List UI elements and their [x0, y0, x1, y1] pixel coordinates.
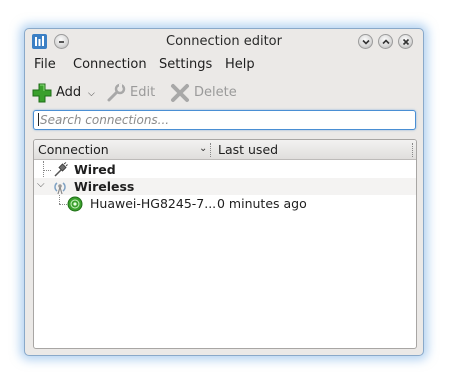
connection-name: Huawei-HG8245-7...	[90, 196, 217, 211]
edit-button[interactable]: Edit	[105, 79, 161, 105]
wifi-connected-icon	[67, 196, 83, 212]
column-header-connection[interactable]: Connection	[38, 142, 109, 157]
chevron-down-icon	[362, 39, 370, 45]
add-label: Add	[56, 85, 82, 100]
group-label-wired: Wired	[74, 162, 116, 177]
maximize-button[interactable]	[378, 34, 393, 49]
group-label-wireless: Wireless	[74, 179, 135, 194]
group-row-wired[interactable]: Wired	[34, 161, 416, 178]
connection-row[interactable]: Huawei-HG8245-7... 0 minutes ago	[34, 195, 416, 212]
connections-tree[interactable]: Connection ⌄ Last used Wired ⌵ Wireless …	[33, 139, 417, 349]
ethernet-plug-icon	[54, 162, 68, 177]
menu-file[interactable]: File	[34, 57, 56, 72]
menu-connection[interactable]: Connection	[73, 57, 147, 72]
menu-help[interactable]: Help	[225, 57, 255, 72]
add-button[interactable]: Add ⌵	[31, 79, 101, 105]
search-placeholder: Search connections...	[40, 113, 170, 127]
edit-label: Edit	[130, 85, 156, 100]
menu-settings[interactable]: Settings	[159, 57, 212, 72]
chevron-down-icon[interactable]: ⌵	[88, 89, 95, 99]
column-header-last-used[interactable]: Last used	[218, 142, 278, 157]
chevron-down-icon[interactable]: ⌵	[37, 179, 45, 190]
chevron-up-icon	[382, 39, 390, 45]
connection-last-used: 0 minutes ago	[217, 196, 307, 211]
connection-editor-window: Connection editor File Connection Settin…	[24, 28, 424, 356]
close-icon	[402, 38, 410, 46]
group-row-wireless[interactable]: ⌵ Wireless	[34, 178, 416, 195]
title-bar[interactable]: Connection editor	[25, 29, 423, 55]
close-button[interactable]	[398, 34, 413, 49]
wireless-antenna-icon	[54, 182, 66, 195]
column-separator[interactable]	[412, 143, 413, 157]
column-separator[interactable]	[210, 143, 211, 157]
wrench-icon	[107, 83, 126, 102]
delete-button[interactable]: Delete	[169, 79, 241, 105]
tree-header: Connection ⌄ Last used	[34, 140, 416, 160]
plus-icon	[32, 83, 52, 103]
menu-bar: File Connection Settings Help	[25, 55, 423, 77]
delete-label: Delete	[194, 85, 237, 100]
sort-indicator-icon[interactable]: ⌄	[199, 143, 207, 154]
delete-x-icon	[171, 84, 189, 102]
text-cursor	[38, 113, 39, 126]
minimize-button[interactable]	[358, 34, 373, 49]
toolbar: Add ⌵ Edit Delete	[25, 77, 423, 107]
search-input[interactable]: Search connections...	[33, 110, 416, 130]
